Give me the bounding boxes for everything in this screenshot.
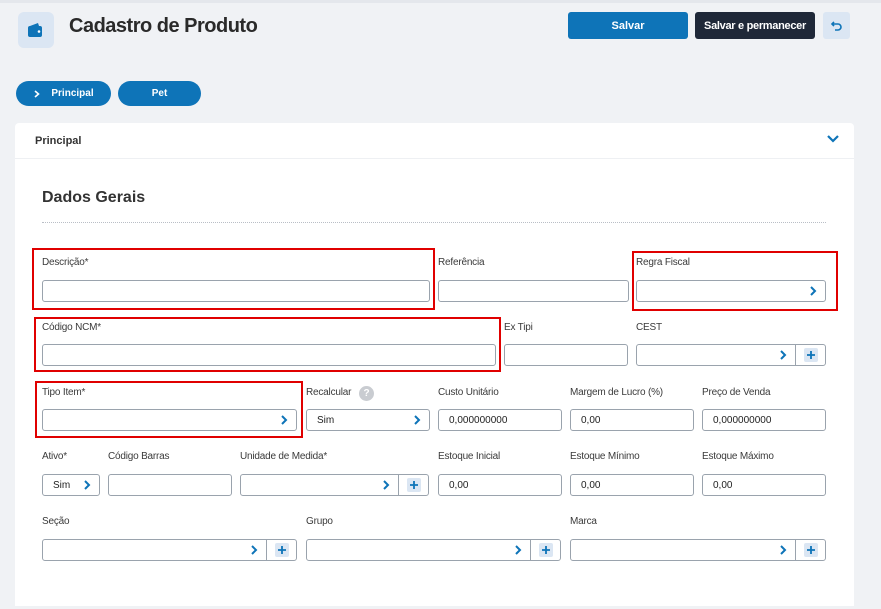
add-grupo-button[interactable] (530, 539, 561, 561)
margem-lucro-input[interactable]: 0,00 (570, 409, 694, 431)
top-border (0, 0, 881, 3)
tipo-item-label: Tipo Item* (42, 387, 86, 398)
add-unidade-medida-button[interactable] (398, 474, 429, 496)
chevron-right-icon (281, 415, 288, 425)
tipo-item-select[interactable] (42, 409, 297, 431)
estoque-minimo-label: Estoque Mínimo (570, 451, 640, 462)
plus-icon (406, 478, 421, 492)
marca-select[interactable] (570, 539, 796, 561)
plus-icon (803, 543, 818, 557)
custo-unitario-input[interactable]: 0,000000000 (438, 409, 562, 431)
chevron-right-icon (515, 545, 522, 555)
undo-button[interactable] (823, 12, 850, 39)
save-button[interactable]: Salvar (568, 12, 688, 39)
referencia-input[interactable] (438, 280, 629, 302)
ativo-select[interactable]: Sim (42, 474, 100, 496)
plus-icon (538, 543, 553, 557)
cest-select[interactable] (636, 344, 796, 366)
regra-fiscal-label: Regra Fiscal (636, 257, 690, 268)
referencia-label: Referência (438, 257, 485, 268)
divider (42, 222, 826, 223)
estoque-maximo-label: Estoque Máximo (702, 451, 774, 462)
section-header-label: Principal (35, 135, 82, 147)
tab-principal[interactable]: Principal (16, 81, 111, 106)
section-title: Dados Gerais (42, 189, 146, 206)
chevron-right-icon (34, 89, 41, 98)
estoque-inicial-input[interactable]: 0,00 (438, 474, 562, 496)
chevron-right-icon (780, 350, 787, 360)
tab-label: Pet (151, 88, 168, 99)
undo-icon (830, 20, 842, 31)
recalcular-value: Sim (317, 414, 335, 426)
secao-select[interactable] (42, 539, 267, 561)
page-title: Cadastro de Produto (69, 15, 258, 37)
grupo-select[interactable] (306, 539, 531, 561)
custo-unitario-label: Custo Unitário (438, 387, 499, 398)
chevron-right-icon (810, 286, 817, 296)
estoque-maximo-input[interactable]: 0,00 (702, 474, 826, 496)
margem-lucro-label: Margem de Lucro (%) (570, 387, 663, 398)
preco-venda-label: Preço de Venda (702, 387, 771, 398)
save-and-stay-button[interactable]: Salvar e permanecer (695, 12, 815, 39)
chevron-right-icon (84, 480, 91, 490)
recalcular-label: Recalcular (306, 387, 352, 398)
unidade-medida-select[interactable] (240, 474, 399, 496)
add-marca-button[interactable] (795, 539, 826, 561)
preco-venda-input[interactable]: 0,000000000 (702, 409, 826, 431)
grupo-label: Grupo (306, 516, 333, 527)
estoque-minimo-input[interactable]: 0,00 (570, 474, 694, 496)
chevron-right-icon (383, 480, 390, 490)
ativo-value: Sim (53, 479, 71, 491)
cest-label: CEST (636, 322, 662, 333)
tab-label: Principal (51, 88, 94, 99)
plus-icon (274, 543, 289, 557)
unidade-medida-label: Unidade de Medida* (240, 451, 328, 462)
add-cest-button[interactable] (795, 344, 826, 366)
ativo-label: Ativo* (42, 451, 67, 462)
add-secao-button[interactable] (266, 539, 297, 561)
chevron-down-icon[interactable] (826, 132, 840, 146)
marca-label: Marca (570, 516, 597, 527)
codigo-barras-input[interactable] (108, 474, 232, 496)
ex-tipi-label: Ex Tipi (504, 322, 533, 333)
secao-label: Seção (42, 516, 70, 527)
section-header-principal[interactable]: Principal (15, 123, 854, 158)
tab-pet[interactable]: Pet (118, 81, 201, 106)
descricao-label: Descrição* (42, 257, 89, 268)
chevron-right-icon (414, 415, 421, 425)
wallet-icon (18, 12, 54, 48)
descricao-input[interactable] (42, 280, 430, 302)
codigo-ncm-input[interactable] (42, 344, 496, 366)
chevron-right-icon (780, 545, 787, 555)
estoque-inicial-label: Estoque Inicial (438, 451, 501, 462)
codigo-ncm-label: Código NCM* (42, 322, 101, 333)
ex-tipi-input[interactable] (504, 344, 628, 366)
recalcular-select[interactable]: Sim (306, 409, 430, 431)
chevron-right-icon (251, 545, 258, 555)
plus-icon (803, 348, 818, 362)
codigo-barras-label: Código Barras (108, 451, 170, 462)
help-icon[interactable]: ? (359, 386, 374, 401)
regra-fiscal-select[interactable] (636, 280, 826, 302)
